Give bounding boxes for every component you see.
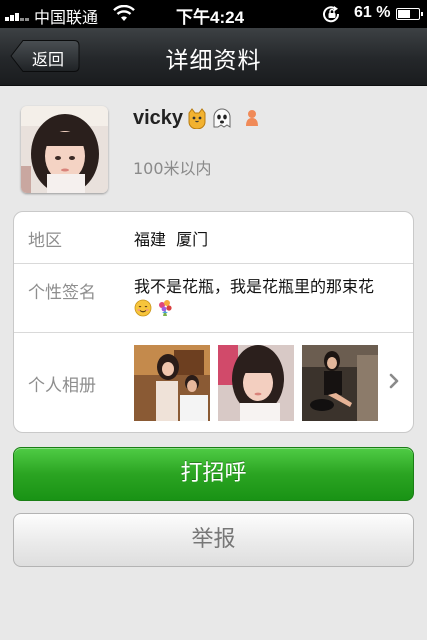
avatar-image: [21, 106, 108, 193]
signature-label: 个性签名: [28, 283, 96, 303]
avatar[interactable]: [21, 106, 108, 193]
ghost-icon: [213, 108, 231, 128]
report-button[interactable]: 举报: [13, 513, 414, 567]
battery-icon: [396, 8, 423, 20]
battery-percentage: 61 %: [354, 4, 391, 21]
signature-row: 个性签名 我不是花瓶，我是花瓶里的那束花: [14, 264, 413, 333]
cat-face-icon: [188, 108, 206, 129]
profile-name: vicky: [133, 106, 184, 129]
signature-text: 我不是花瓶，我是花瓶里的那束花: [134, 277, 375, 296]
bouquet-icon: [159, 300, 172, 316]
album-photo[interactable]: [302, 345, 378, 421]
album-photo-image: [134, 345, 210, 421]
signature-value-block: 我不是花瓶，我是花瓶里的那束花: [134, 276, 402, 320]
female-icon: [246, 110, 259, 126]
carrier-name: 中国联通: [34, 8, 99, 27]
smiling-face-icon: [134, 299, 152, 317]
distance-label: 100米以内: [133, 159, 212, 178]
status-bar: 中国联通 下午4:24 61 %: [0, 0, 427, 28]
status-time: 下午4:24: [176, 8, 245, 27]
chevron-right-icon: [389, 373, 399, 389]
album-photo-image: [218, 345, 294, 421]
navigation-bar: 返回 详细资料: [0, 28, 427, 86]
info-card: 地区 福建 厦门 个性签名 我不是花瓶，我是花瓶里的那束花 个人相册: [13, 211, 414, 433]
profile-name-row: vicky: [133, 104, 259, 132]
rotation-lock-icon: [323, 6, 340, 23]
region-label: 地区: [28, 231, 62, 251]
region-row: 地区 福建 厦门: [14, 212, 413, 264]
signal-strength-icon: [5, 9, 31, 21]
region-value: 福建 厦门: [134, 230, 209, 249]
album-photo-image: [302, 345, 378, 421]
greet-button[interactable]: 打招呼: [13, 447, 414, 501]
album-row[interactable]: 个人相册: [14, 333, 413, 432]
album-photo[interactable]: [218, 345, 294, 421]
album-label: 个人相册: [28, 376, 96, 396]
album-photo[interactable]: [134, 345, 210, 421]
page-title: 详细资料: [165, 48, 262, 74]
wifi-icon: [113, 5, 135, 21]
